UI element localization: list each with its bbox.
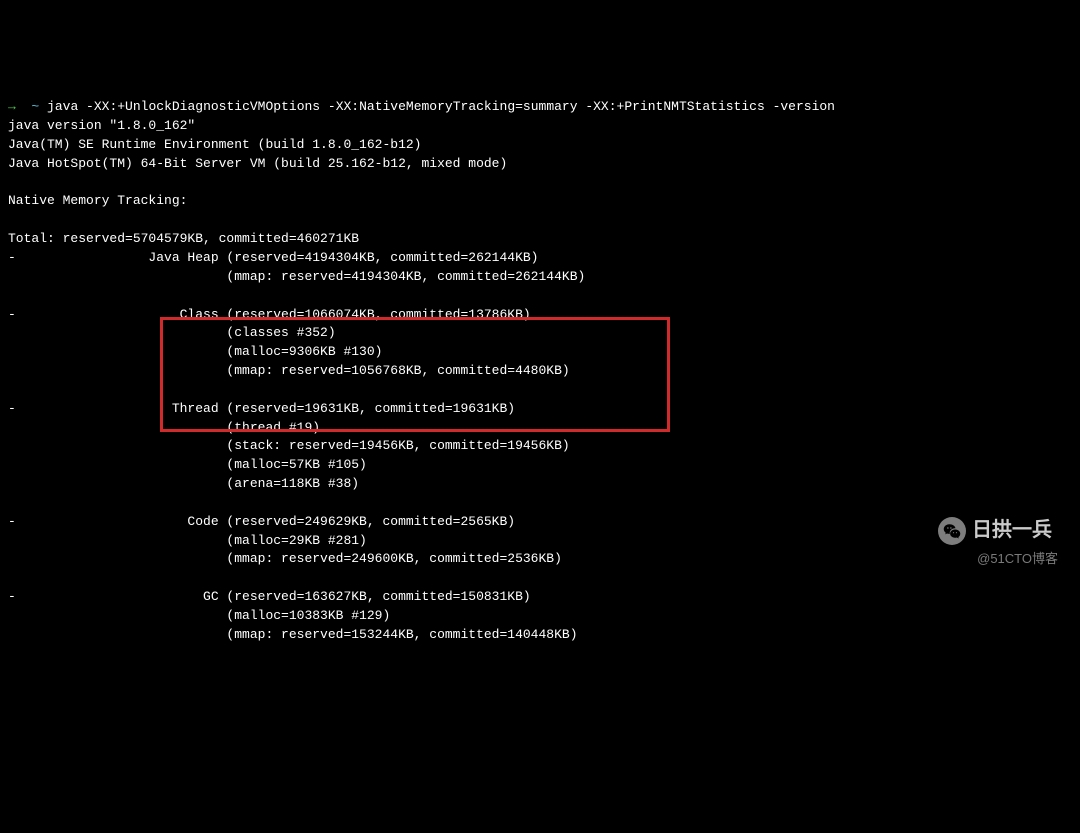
- output-line: - Thread (reserved=19631KB, committed=19…: [8, 401, 515, 416]
- output-line: (mmap: reserved=249600KB, committed=2536…: [8, 551, 562, 566]
- command-text: java -XX:+UnlockDiagnosticVMOptions -XX:…: [47, 99, 835, 114]
- output-line: (mmap: reserved=153244KB, committed=1404…: [8, 627, 578, 642]
- output-line: (malloc=10383KB #129): [8, 608, 390, 623]
- watermark-title: 日拱一兵: [972, 516, 1052, 545]
- prompt-tilde: ~: [31, 99, 39, 114]
- output-line: (thread #19): [8, 420, 320, 435]
- watermark-logo: 日拱一兵: [938, 516, 1052, 545]
- wechat-icon: [938, 517, 966, 545]
- output-line: - Java Heap (reserved=4194304KB, committ…: [8, 250, 539, 265]
- output-line: (mmap: reserved=1056768KB, committed=448…: [8, 363, 570, 378]
- output-line: (arena=118KB #38): [8, 476, 359, 491]
- output-line: Total: reserved=5704579KB, committed=460…: [8, 231, 359, 246]
- output-line: (malloc=9306KB #130): [8, 344, 382, 359]
- output-line: Java HotSpot(TM) 64-Bit Server VM (build…: [8, 156, 507, 171]
- terminal-output: → ~ java -XX:+UnlockDiagnosticVMOptions …: [8, 79, 1072, 644]
- output-line: Java(TM) SE Runtime Environment (build 1…: [8, 137, 421, 152]
- output-line: (classes #352): [8, 325, 336, 340]
- output-line: (malloc=29KB #281): [8, 533, 367, 548]
- output-line: - GC (reserved=163627KB, committed=15083…: [8, 589, 531, 604]
- output-line: - Class (reserved=1066074KB, committed=1…: [8, 307, 531, 322]
- output-line: (stack: reserved=19456KB, committed=1945…: [8, 438, 570, 453]
- output-line: java version "1.8.0_162": [8, 118, 195, 133]
- output-line: (malloc=57KB #105): [8, 457, 367, 472]
- output-line: (mmap: reserved=4194304KB, committed=262…: [8, 269, 585, 284]
- output-line: Native Memory Tracking:: [8, 193, 187, 208]
- prompt-arrow: →: [8, 99, 16, 114]
- watermark-subtitle: @51CTO博客: [977, 550, 1058, 569]
- output-line: - Code (reserved=249629KB, committed=256…: [8, 514, 515, 529]
